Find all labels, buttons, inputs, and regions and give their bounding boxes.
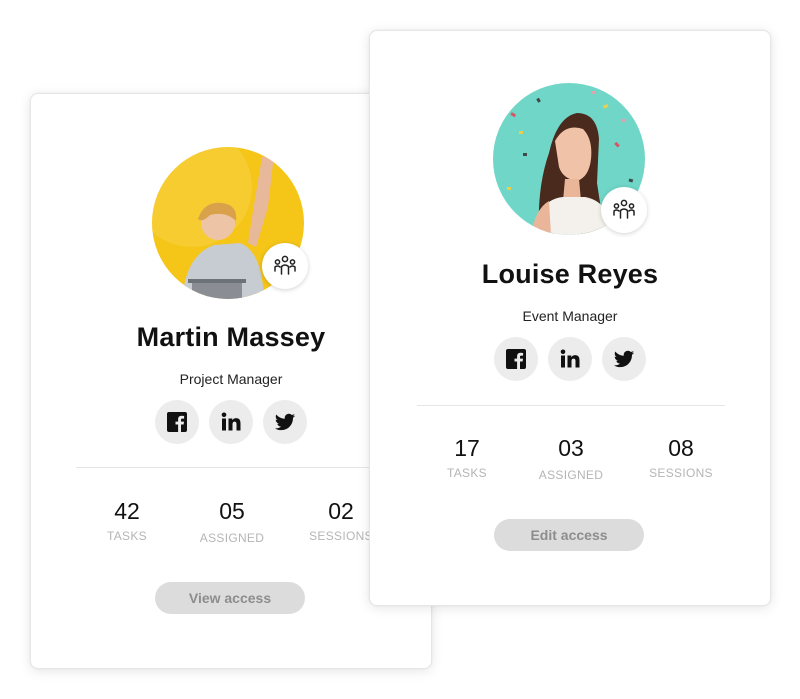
twitter-button[interactable]: [602, 337, 646, 381]
facebook-button[interactable]: [155, 400, 199, 444]
facebook-icon: [506, 349, 526, 369]
divider: [417, 405, 725, 406]
profile-name: Louise Reyes: [481, 259, 659, 289]
divider: [76, 467, 386, 468]
avatar-container: [493, 83, 647, 235]
stat-value: 42: [114, 498, 140, 524]
twitter-icon: [274, 413, 296, 431]
team-badge[interactable]: [601, 187, 647, 233]
view-access-button[interactable]: View access: [155, 582, 305, 614]
team-icon: [274, 255, 296, 275]
stat-assigned: 05 ASSIGNED: [177, 498, 287, 545]
stat-label: TASKS: [447, 466, 487, 480]
stat-value: 05: [219, 498, 245, 524]
social-links: [370, 337, 770, 381]
team-icon: [613, 199, 635, 219]
twitter-icon: [613, 350, 635, 368]
stat-label: ASSIGNED: [538, 468, 604, 482]
stat-label: SESSIONS: [649, 466, 713, 480]
linkedin-button[interactable]: [209, 400, 253, 444]
linkedin-button[interactable]: [548, 337, 592, 381]
stat-value: 08: [668, 435, 694, 461]
facebook-button[interactable]: [494, 337, 538, 381]
profile-role: Event Manager: [522, 308, 618, 324]
linkedin-icon: [221, 412, 241, 431]
stat-sessions: 08 SESSIONS: [626, 435, 736, 480]
avatar-container: [152, 147, 308, 299]
stat-assigned: 03 ASSIGNED: [516, 435, 626, 482]
facebook-icon: [167, 412, 187, 432]
stat-tasks: 42 TASKS: [72, 498, 182, 543]
twitter-button[interactable]: [263, 400, 307, 444]
stat-value: 03: [558, 435, 584, 461]
stat-label: ASSIGNED: [199, 531, 265, 545]
edit-access-button[interactable]: Edit access: [494, 519, 644, 551]
stat-tasks: 17 TASKS: [412, 435, 522, 480]
team-badge[interactable]: [262, 243, 308, 289]
linkedin-icon: [560, 349, 580, 368]
stat-value: 17: [454, 435, 480, 461]
stat-label: TASKS: [107, 529, 147, 543]
profile-card-louise: Louise Reyes Event Manager 17 TASKS 03 A…: [369, 30, 771, 606]
